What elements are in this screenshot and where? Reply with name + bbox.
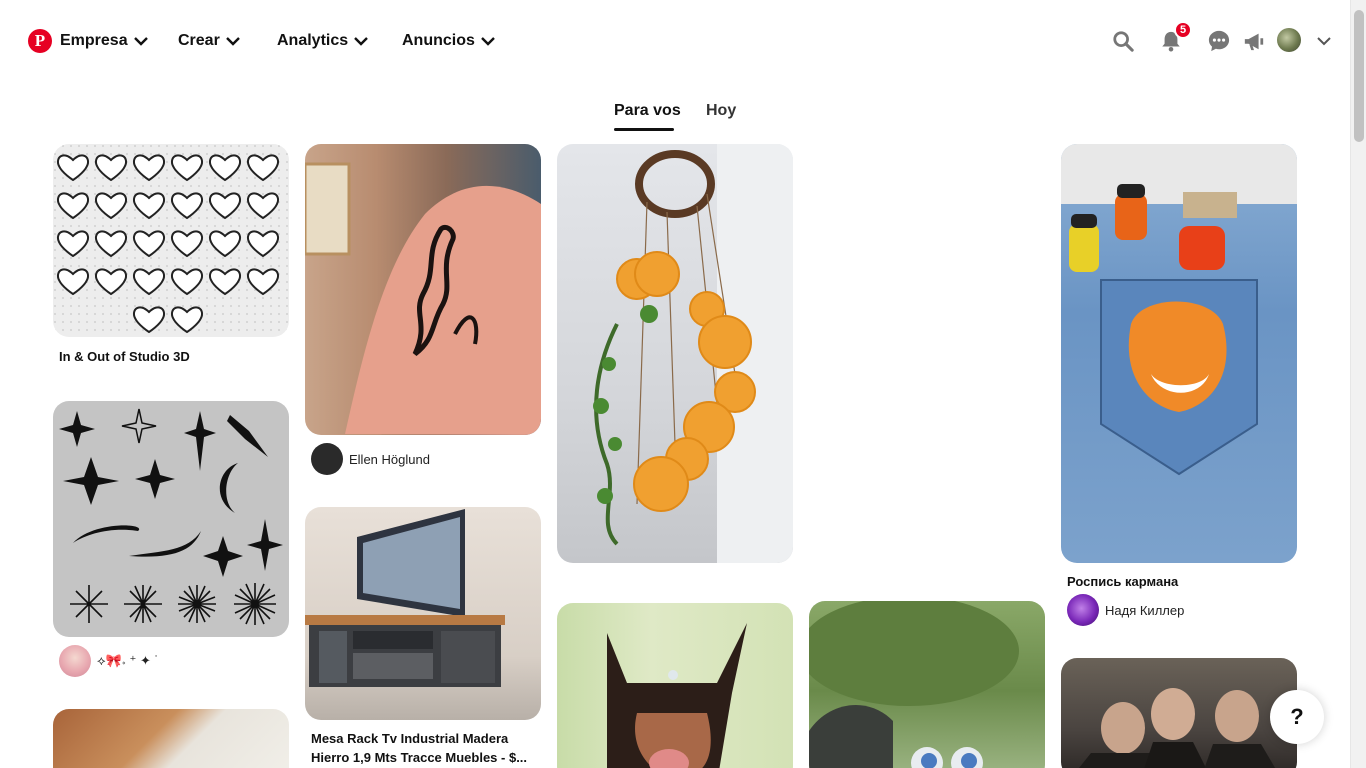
nav-crear[interactable]: Crear [178,29,240,53]
user-avatar[interactable] [1277,28,1301,52]
pin-image[interactable] [557,603,793,768]
megaphone-icon[interactable] [1242,29,1266,53]
pin-title[interactable]: Mesa Rack Tv Industrial Madera Hierro 1,… [311,729,537,767]
pin-user[interactable]: Ellen Höglund [311,443,430,475]
notification-badge: 5 [1174,21,1192,39]
pin-image[interactable] [53,709,289,768]
pin-image[interactable] [53,144,289,337]
tab-para-vos[interactable]: Para vos [614,102,681,120]
pin-image[interactable] [305,507,541,720]
pin-image[interactable] [305,144,541,435]
pin-image[interactable] [1061,144,1297,563]
doberman-image [607,623,747,768]
tab-hoy[interactable]: Hoy [706,102,736,120]
pinterest-logo-icon[interactable]: P [28,29,52,53]
nav-anuncios-label: Anuncios [402,32,475,49]
dried-orange-chime-image [593,144,793,563]
pin-user-name: Надя Киллер [1105,602,1185,618]
chevron-down-icon [133,37,148,46]
tv-stand-image [305,509,505,687]
pin-title[interactable]: Роспись кармана [1067,572,1178,591]
nav-analytics[interactable]: Analytics [277,29,368,53]
sparkle-shapes-image [59,408,283,625]
pin-user-name: ⟡🎀𝆹 ⁺ ✦ ˙ [97,653,159,668]
pin-user[interactable]: ⟡🎀𝆹 ⁺ ✦ ˙ [59,645,159,677]
scrollbar-thumb[interactable] [1354,10,1364,142]
nav-analytics-label: Analytics [277,32,349,49]
pin-image[interactable] [809,601,1045,768]
painted-jeans-image [1061,144,1297,476]
chevron-down-icon [225,37,240,46]
pin-image[interactable] [53,401,289,637]
pin-title[interactable]: In & Out of Studio 3D [59,347,190,366]
messages-icon[interactable] [1207,29,1231,53]
pin-image[interactable] [557,144,793,563]
help-button[interactable]: ? [1270,690,1324,744]
park-eyeballs-image [809,601,1019,768]
peaky-blinders-image [1079,688,1276,768]
user-avatar [59,645,91,677]
vertical-scrollbar[interactable] [1350,0,1366,768]
nav-empresa-label: Empresa [60,32,128,49]
chevron-down-icon [354,37,368,46]
active-tab-indicator [614,128,674,131]
heart-letters-image [53,144,289,337]
pin-user-name: Ellen Höglund [349,451,430,467]
nav-empresa[interactable]: Empresa [60,29,148,53]
user-avatar [1067,594,1099,626]
pin-user[interactable]: Надя Киллер [1067,594,1184,626]
nav-crear-label: Crear [178,32,220,49]
top-header: P Empresa Crear Analytics Anuncios 5 [0,0,1350,80]
chevron-down-icon [481,37,495,46]
search-icon[interactable] [1111,29,1135,53]
tattoo-arm-image [305,162,541,435]
user-avatar [311,443,343,475]
nav-anuncios[interactable]: Anuncios [402,29,495,53]
account-chevron-down-icon[interactable] [1317,36,1331,46]
pin-image[interactable] [1061,658,1297,768]
